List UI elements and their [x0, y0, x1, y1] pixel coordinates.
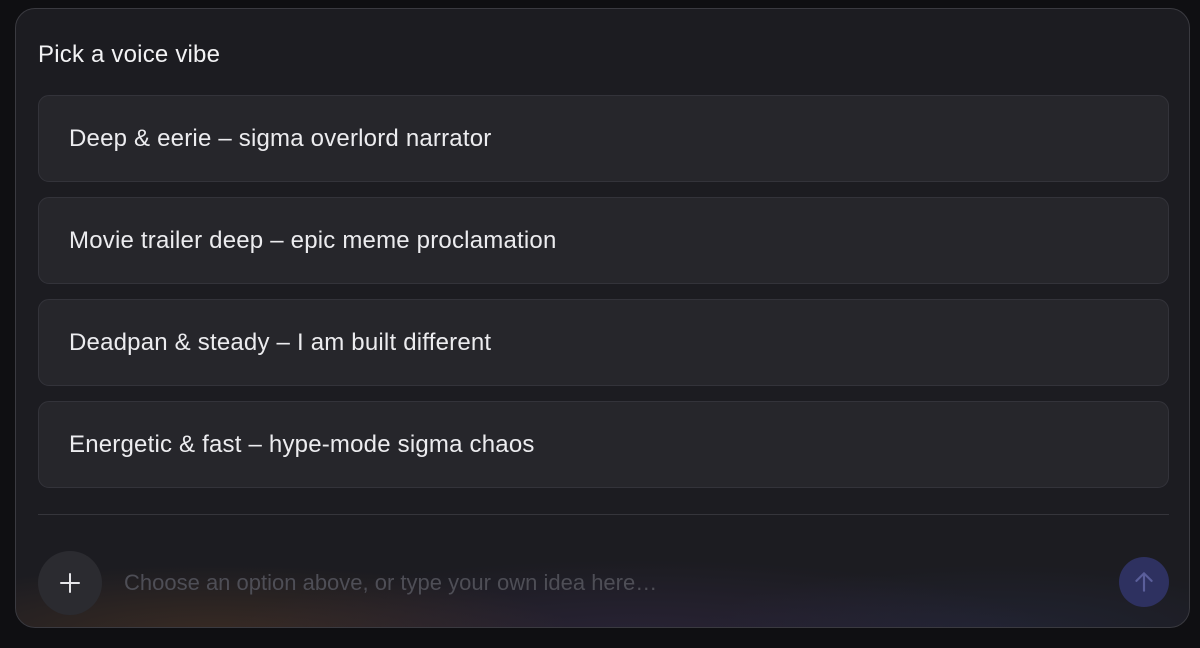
message-input[interactable]: [124, 563, 1084, 603]
arrow-up-icon: [1131, 569, 1157, 595]
option-movie-trailer[interactable]: Movie trailer deep – epic meme proclamat…: [38, 197, 1169, 284]
plus-icon: [58, 571, 82, 595]
option-energetic-fast[interactable]: Energetic & fast – hype-mode sigma chaos: [38, 401, 1169, 488]
voice-vibe-panel: Pick a voice vibe Deep & eerie – sigma o…: [15, 8, 1190, 628]
option-list: Deep & eerie – sigma overlord narrator M…: [38, 95, 1169, 488]
option-deep-eerie[interactable]: Deep & eerie – sigma overlord narrator: [38, 95, 1169, 182]
option-deadpan-steady[interactable]: Deadpan & steady – I am built different: [38, 299, 1169, 386]
prompt-title: Pick a voice vibe: [38, 41, 221, 68]
add-button[interactable]: [38, 551, 102, 615]
send-button[interactable]: [1119, 557, 1169, 607]
composer: [16, 515, 1189, 627]
